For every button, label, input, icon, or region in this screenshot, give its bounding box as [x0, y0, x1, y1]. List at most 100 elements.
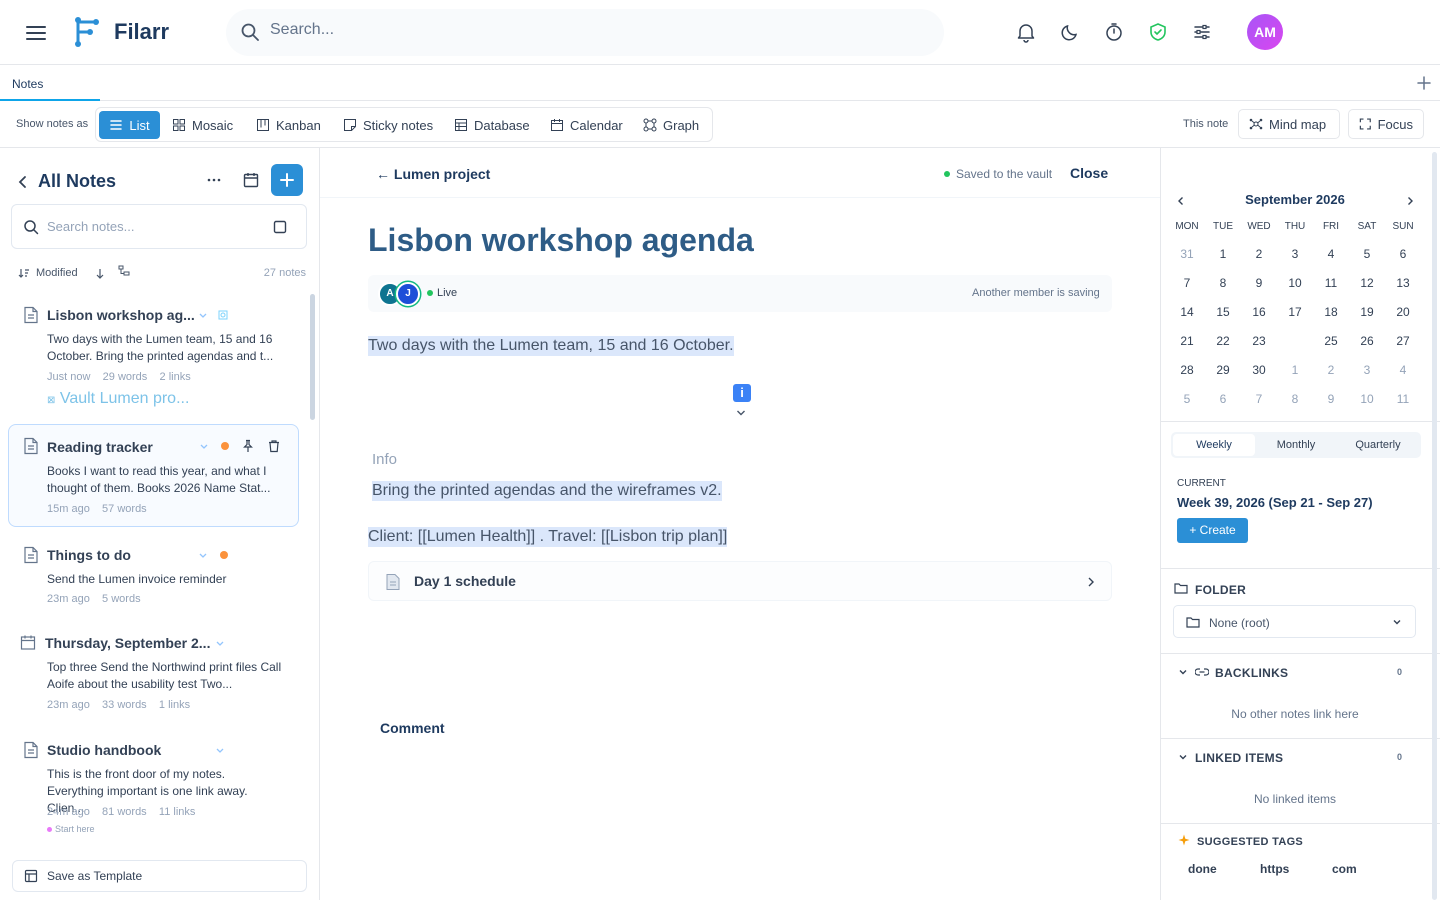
chevron-down-icon[interactable] — [215, 638, 225, 648]
linked-items-title[interactable]: LINKED ITEMS — [1195, 751, 1283, 765]
calendar-day[interactable]: 5 — [1169, 386, 1205, 412]
calendar-day[interactable]: 15 — [1205, 299, 1241, 325]
calendar-day[interactable]: 9 — [1241, 270, 1277, 296]
calendar-day[interactable]: 5 — [1349, 241, 1385, 267]
view-kanban-button[interactable]: Kanban — [250, 111, 327, 139]
focus-button[interactable]: Focus — [1348, 109, 1424, 139]
backlinks-title[interactable]: BACKLINKS — [1215, 666, 1288, 680]
create-periodic-note-button[interactable]: + Create — [1177, 518, 1248, 543]
view-calendar-button[interactable]: Calendar — [544, 111, 629, 139]
notes-search-input[interactable] — [47, 219, 257, 234]
note-item[interactable]: Reading tracker Books I want to read thi… — [8, 424, 299, 527]
chevron-down-icon[interactable] — [1178, 752, 1188, 762]
embedded-note[interactable]: Day 1 schedule — [368, 561, 1112, 601]
moon-icon[interactable] — [1059, 21, 1081, 43]
note-item[interactable]: Studio handbook This is the front door o… — [8, 729, 299, 839]
note-item[interactable]: Things to do Send the Lumen invoice remi… — [8, 534, 299, 614]
calendar-day[interactable]: 10 — [1277, 270, 1313, 296]
calendar-day[interactable]: 14 — [1169, 299, 1205, 325]
calendar-day[interactable]: 7 — [1169, 270, 1205, 296]
sliders-icon[interactable] — [1191, 21, 1213, 43]
calendar-day[interactable]: 18 — [1313, 299, 1349, 325]
paragraph[interactable]: Two days with the Lumen team, 15 and 16 … — [368, 336, 734, 356]
calendar-day[interactable]: 26 — [1349, 328, 1385, 354]
save-as-template-button[interactable]: Save as Template — [12, 860, 307, 892]
user-avatar[interactable]: AM — [1247, 14, 1283, 50]
calendar-day[interactable]: 21 — [1169, 328, 1205, 354]
chevron-down-icon[interactable] — [215, 745, 225, 755]
note-tag[interactable]: Start here — [47, 824, 95, 834]
calendar-day[interactable]: 8 — [1205, 270, 1241, 296]
calendar-day[interactable]: 22 — [1205, 328, 1241, 354]
calendar-day[interactable]: 13 — [1385, 270, 1421, 296]
note-item[interactable]: Thursday, September 2... Top three Send … — [8, 622, 299, 722]
calendar-day[interactable]: 25 — [1313, 328, 1349, 354]
global-search-input[interactable] — [270, 21, 870, 39]
links-line[interactable]: Client: [[Lumen Health]] . Travel: [[Lis… — [368, 527, 728, 547]
calendar-day[interactable]: 3 — [1349, 357, 1385, 383]
note-vault-link[interactable]: ⊠ Vault Lumen pro... — [47, 390, 189, 408]
chevron-down-icon[interactable] — [736, 409, 746, 417]
note-title[interactable]: Lisbon workshop agenda — [368, 222, 754, 259]
chevron-down-icon[interactable] — [198, 550, 208, 560]
suggested-tag[interactable]: com — [1332, 862, 1357, 876]
callout-text[interactable]: Bring the printed agendas and the wirefr… — [372, 481, 722, 501]
calendar-day[interactable]: 2 — [1241, 241, 1277, 267]
right-panel-scrollbar[interactable] — [1432, 152, 1437, 900]
calendar-day[interactable]: 10 — [1349, 386, 1385, 412]
calendar-day[interactable]: 31 — [1169, 241, 1205, 267]
close-button[interactable]: Close — [1070, 165, 1108, 181]
calendar-day[interactable]: 4 — [1313, 241, 1349, 267]
calendar-day[interactable]: 16 — [1241, 299, 1277, 325]
global-search[interactable] — [226, 9, 944, 56]
calendar-day[interactable]: 28 — [1169, 357, 1205, 383]
suggested-tag[interactable]: https — [1260, 862, 1289, 876]
timer-icon[interactable] — [1103, 21, 1125, 43]
tab-notes[interactable]: Notes — [0, 65, 100, 101]
shield-check-icon[interactable] — [1147, 21, 1169, 43]
chevron-right-icon[interactable] — [1404, 195, 1416, 207]
calendar-day[interactable]: 17 — [1277, 299, 1313, 325]
menu-icon[interactable] — [24, 21, 48, 45]
trash-icon[interactable] — [267, 439, 281, 453]
pin-icon[interactable] — [241, 439, 255, 453]
calendar-day[interactable]: 1 — [1277, 357, 1313, 383]
calendar-day[interactable]: 27 — [1385, 328, 1421, 354]
sidebar-scrollbar[interactable] — [310, 294, 315, 420]
note-item[interactable]: Lisbon workshop ag... Two days with the … — [8, 294, 299, 420]
view-graph-button[interactable]: Graph — [637, 111, 705, 139]
view-database-button[interactable]: Database — [448, 111, 536, 139]
view-sticky-button[interactable]: Sticky notes — [337, 111, 439, 139]
notes-search[interactable] — [11, 204, 307, 249]
calendar-day[interactable]: 20 — [1385, 299, 1421, 325]
calendar-day[interactable]: 23 — [1241, 328, 1277, 354]
chevron-right-icon[interactable] — [1085, 576, 1097, 588]
calendar-day[interactable]: 1 — [1205, 241, 1241, 267]
mind-map-button[interactable]: Mind map — [1238, 109, 1340, 139]
view-list-button[interactable]: List — [99, 111, 160, 139]
calendar-icon[interactable] — [242, 171, 260, 189]
checkbox-icon[interactable] — [273, 220, 287, 234]
more-icon[interactable] — [205, 171, 223, 189]
sort-label[interactable]: Modified — [36, 267, 78, 279]
tab-monthly[interactable]: Monthly — [1255, 434, 1337, 456]
back-to-project-link[interactable]: ← Lumen project — [376, 166, 490, 182]
tree-icon[interactable] — [118, 265, 130, 277]
folder-select[interactable]: None (root) — [1173, 605, 1416, 638]
chevron-down-icon[interactable] — [1178, 667, 1188, 677]
calendar-day[interactable]: 7 — [1241, 386, 1277, 412]
calendar-day[interactable]: 19 — [1349, 299, 1385, 325]
calendar-day[interactable]: 11 — [1313, 270, 1349, 296]
collaborator-avatar[interactable]: J — [396, 282, 420, 306]
calendar-day[interactable]: 6 — [1385, 241, 1421, 267]
new-note-button[interactable] — [271, 164, 303, 196]
add-tab-icon[interactable] — [1416, 75, 1432, 91]
calendar-day[interactable]: 30 — [1241, 357, 1277, 383]
calendar-day[interactable]: 8 — [1277, 386, 1313, 412]
calendar-day[interactable]: 2 — [1313, 357, 1349, 383]
view-mosaic-button[interactable]: Mosaic — [166, 111, 239, 139]
calendar-day[interactable]: 4 — [1385, 357, 1421, 383]
tab-weekly[interactable]: Weekly — [1173, 434, 1255, 456]
calendar-day[interactable]: 6 — [1205, 386, 1241, 412]
calendar-day[interactable]: 11 — [1385, 386, 1421, 412]
